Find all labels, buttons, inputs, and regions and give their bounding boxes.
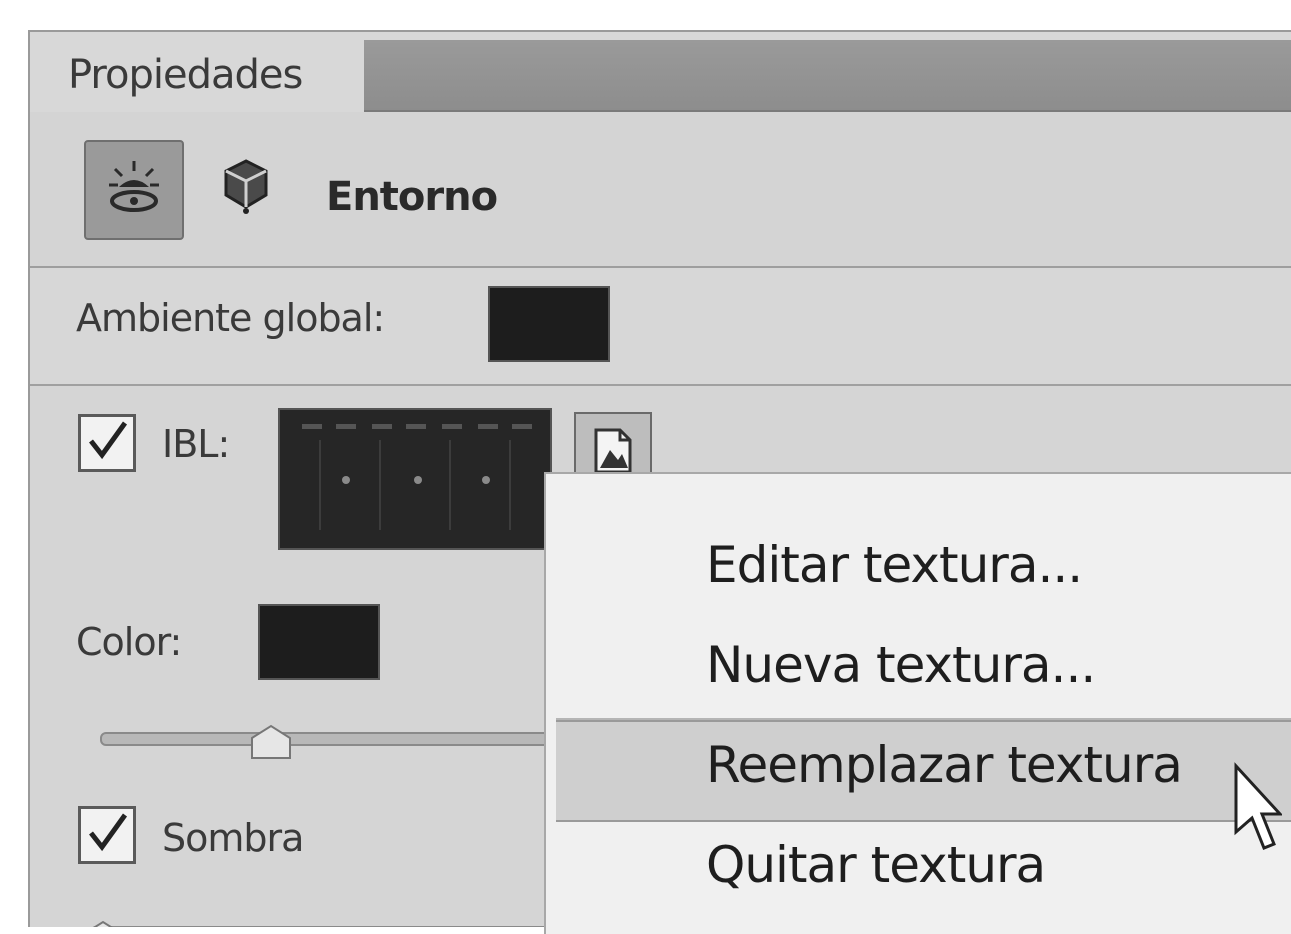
ibl-texture-preview[interactable] (278, 408, 552, 550)
shadow-label: Sombra (162, 816, 304, 860)
environment-light-button[interactable] (84, 140, 184, 240)
ibl-color-swatch[interactable] (258, 604, 380, 680)
check-icon (85, 811, 129, 859)
menu-item-replace-texture[interactable]: Reemplazar textura (706, 736, 1183, 794)
panel-tab-bar: Propiedades (30, 32, 1291, 112)
shadow-softness-slider-thumb[interactable] (80, 920, 126, 927)
ambient-row: Ambiente global: (30, 268, 1291, 386)
light-icon (103, 157, 165, 223)
environment-label: Entorno (326, 174, 498, 220)
tab-bar-background (364, 40, 1291, 112)
texture-context-menu: Editar textura... Nueva textura... Reemp… (544, 472, 1291, 934)
menu-item-edit-texture[interactable]: Editar textura... (706, 536, 1083, 594)
menu-item-remove-texture[interactable]: Quitar textura (706, 836, 1046, 894)
properties-toolbar: Entorno (30, 112, 1291, 268)
color-label: Color: (76, 620, 182, 664)
ambient-global-label: Ambiente global: (76, 296, 385, 340)
ibl-checkbox[interactable] (78, 414, 136, 472)
ibl-intensity-slider[interactable] (100, 732, 584, 746)
scene-cube-button[interactable] (198, 140, 294, 236)
check-icon (85, 419, 129, 467)
ibl-label: IBL: (162, 422, 230, 466)
cube-icon (218, 155, 274, 221)
cursor-icon (1232, 762, 1284, 858)
shadow-checkbox[interactable] (78, 806, 136, 864)
menu-item-new-texture[interactable]: Nueva textura... (706, 636, 1096, 694)
ambient-color-swatch[interactable] (488, 286, 610, 362)
ibl-intensity-slider-thumb[interactable] (248, 724, 294, 762)
tab-properties[interactable]: Propiedades (30, 32, 364, 112)
shadow-softness-slider[interactable] (90, 926, 584, 927)
tab-properties-label: Propiedades (68, 52, 303, 98)
